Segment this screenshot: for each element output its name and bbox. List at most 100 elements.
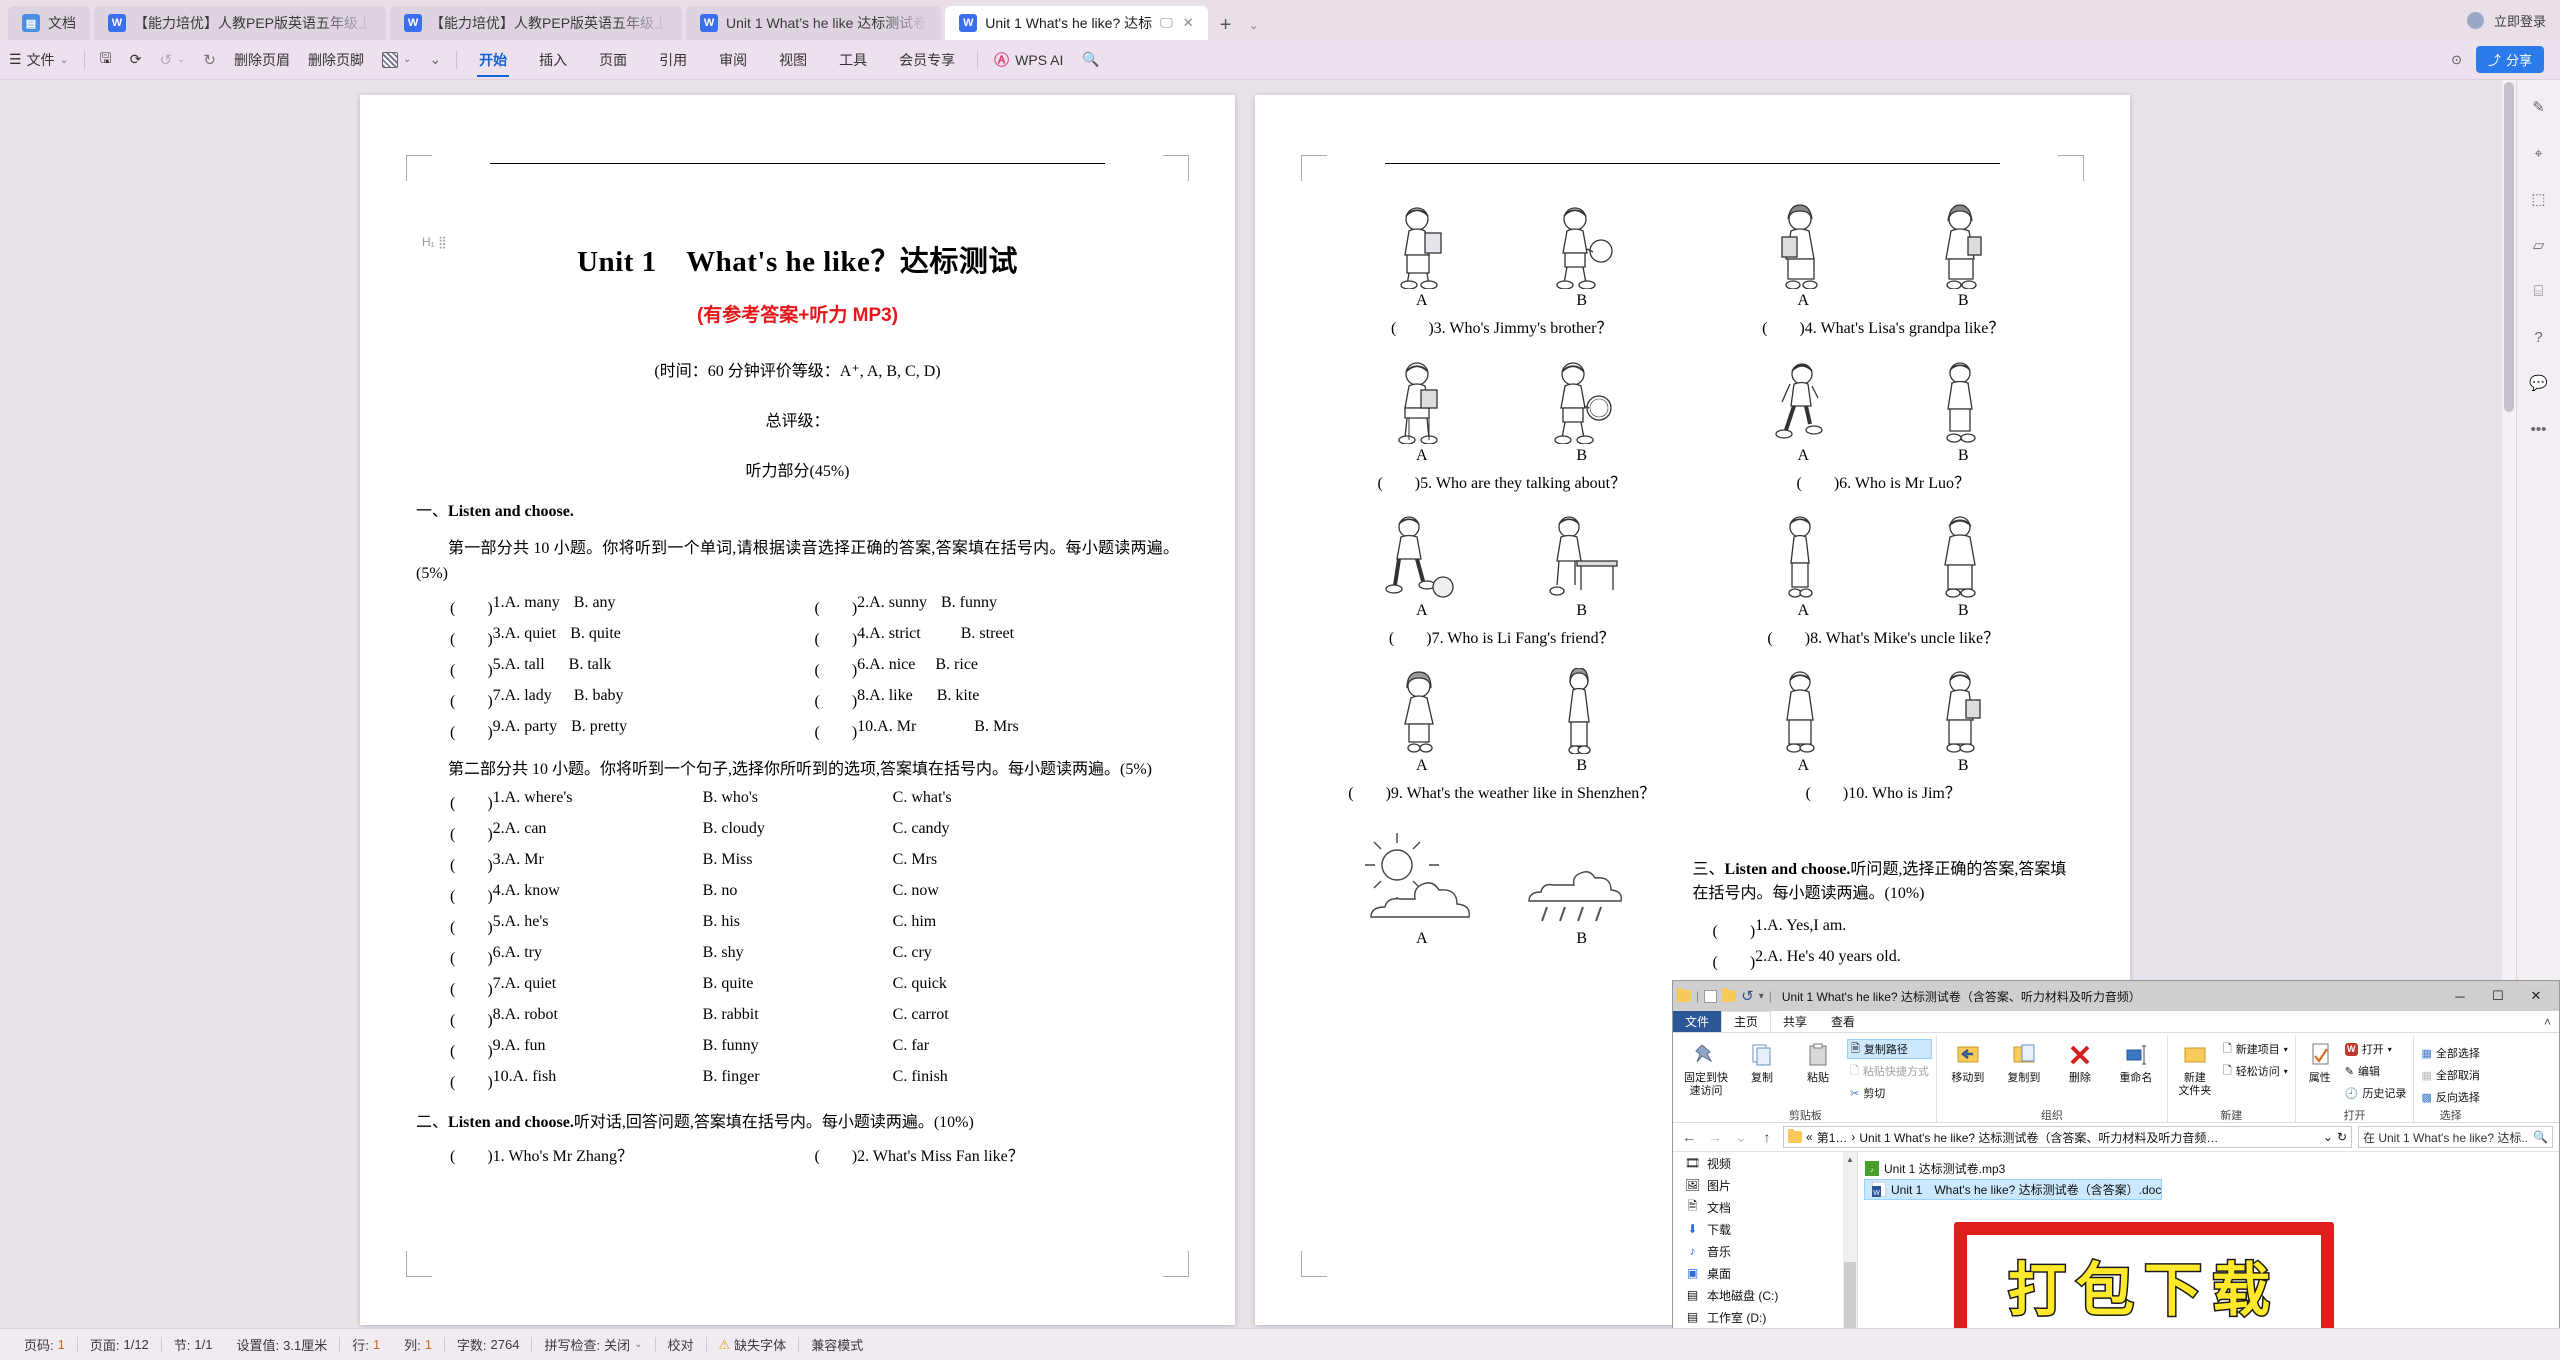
more-quick-tools-button[interactable]: ⌄	[420, 45, 450, 75]
redo-button[interactable]: ↻	[194, 45, 225, 75]
rename-button[interactable]: 重命名	[2109, 1035, 2163, 1085]
option-a[interactable]: A	[1376, 358, 1468, 465]
breadcrumb-1[interactable]: 第1…	[1817, 1129, 1848, 1146]
properties-quick-icon[interactable]	[1704, 989, 1718, 1003]
undo-icon[interactable]: ↺	[1741, 987, 1754, 1005]
scroll-up-icon[interactable]: ▲	[1843, 1152, 1857, 1167]
cut-button[interactable]: ✂ 剪切	[1847, 1083, 1932, 1103]
ribbon-tab-start[interactable]: 开始	[463, 45, 523, 77]
pin-to-quick-access-button[interactable]: 固定到快 速访问	[1679, 1035, 1733, 1097]
scrollbar-thumb[interactable]	[2504, 82, 2514, 412]
delete-header-button[interactable]: 删除页眉	[225, 45, 299, 75]
status-column[interactable]: 列: 1	[392, 1335, 444, 1354]
nav-item-pictures[interactable]: 🖼 图片	[1673, 1174, 1857, 1196]
tab-doc-4-active[interactable]: W Unit 1 What's he like? 达标 🖵 ✕	[945, 6, 1208, 40]
list-item[interactable]: ♪ Unit 1 达标测试卷.mp3	[1858, 1158, 2559, 1179]
explorer-tab-share[interactable]: 共享	[1771, 1011, 1819, 1032]
status-word-count[interactable]: 字数: 2764	[445, 1335, 532, 1354]
tab-doc-3[interactable]: W Unit 1 What’s he like 达标测试卷	[686, 6, 942, 40]
option-a[interactable]: A	[1376, 203, 1468, 310]
select-none-button[interactable]: ▦ 全部取消	[2418, 1065, 2482, 1085]
paste-button[interactable]: 粘贴	[1791, 1035, 1845, 1085]
move-to-button[interactable]: 移动到	[1941, 1035, 1995, 1085]
option-b[interactable]: B	[1917, 358, 2009, 465]
option-b[interactable]: B	[1917, 513, 2009, 620]
nav-scrollbar[interactable]: ▲ ▼	[1843, 1152, 1857, 1342]
chevron-down-icon[interactable]: ▾	[1759, 991, 1764, 1002]
option-b[interactable]: B	[1536, 358, 1628, 465]
nav-item-videos[interactable]: 🎞 视频	[1673, 1152, 1857, 1174]
collapse-ribbon-icon[interactable]: ˄	[2536, 1011, 2559, 1032]
option-a[interactable]: A	[1362, 827, 1482, 948]
paste-shortcut-button[interactable]: 🗋 粘贴快捷方式	[1847, 1061, 1932, 1081]
ribbon-tab-page[interactable]: 页面	[583, 45, 643, 75]
ribbon-tab-insert[interactable]: 插入	[523, 45, 583, 75]
pen-icon[interactable]: ✎	[2526, 94, 2552, 120]
forward-button[interactable]: →	[1705, 1129, 1725, 1145]
option-b[interactable]: B	[1917, 668, 2009, 775]
folder-icon[interactable]	[1677, 988, 1691, 1002]
minimize-button[interactable]: －	[2441, 982, 2479, 1011]
status-setting-value[interactable]: 设置值: 3.1厘米	[225, 1335, 340, 1354]
lasso-icon[interactable]: ⬚	[2526, 186, 2552, 212]
tab-home-documents[interactable]: ▤ 文档	[8, 6, 90, 40]
avatar[interactable]	[2466, 11, 2484, 29]
new-item-button[interactable]: 🗋 新建项目 ▾	[2220, 1039, 2291, 1059]
close-button[interactable]: ✕	[2517, 982, 2555, 1011]
option-b[interactable]: B	[1917, 203, 2009, 310]
close-icon[interactable]: ✕	[1183, 15, 1194, 31]
help-icon[interactable]: ⊙	[2451, 52, 2462, 68]
breadcrumb-2[interactable]: Unit 1 What's he like? 达标测试卷（含答案、听力材料及听力…	[1859, 1129, 2319, 1146]
refresh-icon[interactable]: ↻	[2337, 1130, 2347, 1144]
help-circle-icon[interactable]: ?	[2526, 324, 2552, 350]
list-item[interactable]: W Unit 1 What's he like? 达标测试卷（含答案）.doc	[1864, 1179, 2163, 1200]
copy-button[interactable]: 复制	[1735, 1035, 1789, 1085]
search-input[interactable]: 在 Unit 1 What's he like? 达标... 🔍	[2358, 1126, 2553, 1148]
format-painter-button[interactable]: ⌄	[373, 45, 420, 75]
nav-item-drive-d[interactable]: ▤ 工作室 (D:)	[1673, 1306, 1857, 1328]
wps-ai-button[interactable]: Ⓐ WPS AI	[984, 49, 1073, 70]
back-button[interactable]: ←	[1679, 1129, 1699, 1145]
chevron-down-icon[interactable]: ⌄	[1240, 10, 1268, 40]
cloud-sync-button[interactable]: ⟳	[121, 45, 151, 75]
status-row[interactable]: 行: 1	[340, 1335, 392, 1354]
file-explorer-window[interactable]: | ↺ ▾ | Unit 1 What's he like? 达标测试卷（含答案…	[1672, 980, 2560, 1342]
option-a[interactable]: A	[1757, 513, 1849, 620]
option-b[interactable]: B	[1522, 827, 1642, 948]
new-tab-button[interactable]: +	[1212, 10, 1240, 40]
screen-icon[interactable]: 🖵	[1160, 15, 1173, 31]
copy-to-button[interactable]: 复制到	[1997, 1035, 2051, 1085]
option-a[interactable]: A	[1376, 513, 1468, 620]
chat-icon[interactable]: 💬	[2526, 370, 2552, 396]
ribbon-tab-tools[interactable]: 工具	[823, 45, 883, 75]
address-input[interactable]: « 第1… › Unit 1 What's he like? 达标测试卷（含答案…	[1783, 1126, 2352, 1148]
chevron-down-icon[interactable]: ⌄	[2323, 1130, 2333, 1144]
easy-access-button[interactable]: 🗋 轻松访问 ▾	[2220, 1061, 2291, 1081]
copy-path-button[interactable]: 🗎 复制路径	[1847, 1039, 1932, 1059]
status-spellcheck[interactable]: 拼写检查: 关闭 ⌄	[532, 1335, 654, 1354]
share-button[interactable]: ⤴ 分享	[2475, 46, 2544, 73]
up-button[interactable]: ↑	[1757, 1129, 1777, 1145]
history-button[interactable]: 🕘 历史记录	[2342, 1083, 2410, 1103]
file-list[interactable]: ♪ Unit 1 达标测试卷.mp3 W Unit 1 What's he li…	[1858, 1152, 2559, 1342]
delete-footer-button[interactable]: 删除页脚	[299, 45, 373, 75]
nav-item-documents[interactable]: 🗎 文档	[1673, 1196, 1857, 1218]
select-all-button[interactable]: ▦ 全部选择	[2418, 1043, 2482, 1063]
ribbon-tab-member[interactable]: 会员专享	[883, 45, 971, 75]
new-folder-button[interactable]: 新建 文件夹	[2172, 1035, 2218, 1097]
status-missing-font[interactable]: ⚠ 缺失字体	[707, 1335, 799, 1354]
nav-item-desktop[interactable]: ▣ 桌面	[1673, 1262, 1857, 1284]
option-a[interactable]: A	[1757, 203, 1849, 310]
new-folder-quick-icon[interactable]	[1722, 988, 1737, 1002]
more-icon[interactable]: •••	[2526, 416, 2552, 442]
ribbon-tab-review[interactable]: 审阅	[703, 45, 763, 75]
shapes-icon[interactable]: ▱	[2526, 232, 2552, 258]
login-button[interactable]: 立即登录	[2494, 11, 2546, 30]
option-b[interactable]: B	[1536, 203, 1628, 310]
status-page-count[interactable]: 页面: 1/12	[78, 1335, 161, 1354]
nav-item-music[interactable]: ♪ 音乐	[1673, 1240, 1857, 1262]
edit-button[interactable]: ✎ 编辑	[2342, 1061, 2410, 1081]
status-compatibility-mode[interactable]: 兼容模式	[799, 1335, 875, 1354]
explorer-titlebar[interactable]: | ↺ ▾ | Unit 1 What's he like? 达标测试卷（含答案…	[1673, 981, 2559, 1011]
explorer-tab-home[interactable]: 主页	[1721, 1011, 1772, 1032]
